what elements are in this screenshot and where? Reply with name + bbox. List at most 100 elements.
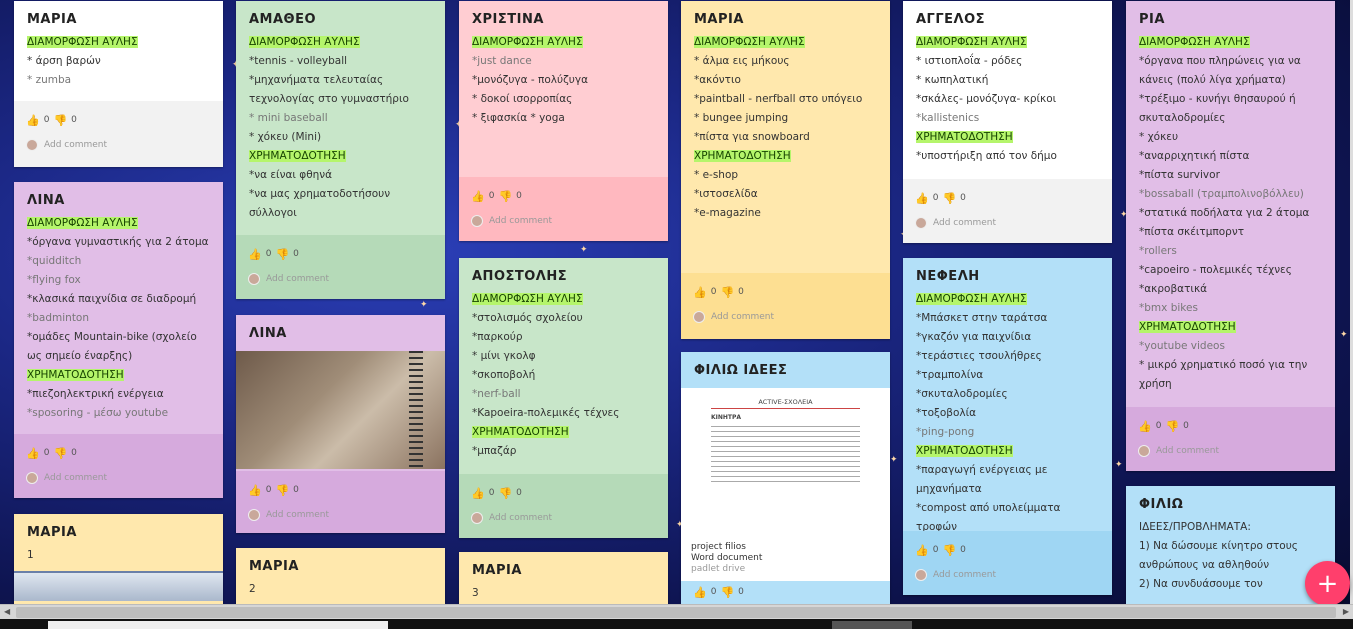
thumbs-down-icon[interactable]: 👎 (53, 114, 67, 127)
thumbs-down-icon[interactable]: 👎 (720, 286, 734, 299)
post-card-ria[interactable]: ΡΙΑ ΔΙΑΜΟΡΦΩΣΗ ΑΥΛΗΣ *όργανα που πληρώνε… (1126, 1, 1335, 471)
thumbs-up-icon[interactable]: 👍 (248, 484, 262, 497)
post-line: *sposoring - μέσω youtube (27, 407, 169, 419)
post-line: ΙΔΕΕΣ/ΠΡΟΒΛΗΜΑΤΑ: (1139, 521, 1251, 533)
post-line: *μονόζυγα - πολύζυγα (472, 74, 588, 86)
post-line: * μικρό χρηματικό ποσό για την χρήση (1139, 359, 1308, 390)
post-card-apostolis[interactable]: ΑΠΟΣΤΟΛΗΣ ΔΙΑΜΟΡΦΩΣΗ ΑΥΛΗΣ *στολισμός σχ… (459, 258, 668, 538)
post-line: *Kapoeira-πολεμικές τέχνες (472, 407, 620, 419)
post-card-maria-2[interactable]: ΜΑΡΙΑ 2 (236, 548, 445, 606)
add-post-button[interactable]: + (1305, 561, 1350, 606)
avatar (248, 273, 260, 285)
attachment-thumbnail[interactable] (14, 571, 223, 601)
post-footer: 👍 0 👎 0 Add comment (903, 531, 1112, 595)
thumbs-up-icon[interactable]: 👍 (915, 192, 929, 205)
upvote-count: 0 (932, 193, 939, 203)
post-line: * ξιφασκία * yoga (472, 112, 565, 124)
add-comment-button[interactable]: Add comment (26, 139, 211, 151)
post-title: ΑΓΓΕΛΟΣ (916, 12, 986, 27)
post-line: *e-magazine (694, 207, 761, 219)
post-line: 1 (27, 549, 34, 561)
add-comment-button[interactable]: Add comment (26, 472, 211, 484)
post-line: *tennis - volleyball (249, 55, 348, 67)
post-line: *Μπάσκετ στην ταράτσα (916, 312, 1048, 324)
avatar (471, 512, 483, 524)
add-comment-button[interactable]: Add comment (1138, 445, 1323, 457)
thumbs-down-icon[interactable]: 👎 (275, 484, 289, 497)
upvote-count: 0 (43, 448, 50, 458)
thumbs-up-icon[interactable]: 👍 (1138, 420, 1152, 433)
thumbs-up-icon[interactable]: 👍 (693, 286, 707, 299)
thumbs-down-icon[interactable]: 👎 (53, 447, 67, 460)
scrollbar-thumb[interactable] (16, 607, 1336, 618)
add-comment-button[interactable]: Add comment (471, 512, 656, 524)
notebook-photo[interactable] (236, 351, 445, 469)
post-line: *όργανα γυμναστικής για 2 άτομα (27, 236, 209, 248)
thumbs-up-icon[interactable]: 👍 (471, 487, 485, 500)
document-preview[interactable]: ACTIVE-ΣΧΟΛΕΙΑ ΚΙΝΗΤΡΑ (681, 388, 890, 538)
thumbs-down-icon[interactable]: 👎 (275, 248, 289, 261)
post-card-lina[interactable]: ΛΙΝΑ ΔΙΑΜΟΡΦΩΣΗ ΑΥΛΗΣ *όργανα γυμναστική… (14, 182, 223, 498)
thumbs-up-icon[interactable]: 👍 (26, 447, 40, 460)
post-title: ΜΑΡΙΑ (472, 563, 522, 578)
thumbs-up-icon[interactable]: 👍 (26, 114, 40, 127)
post-body: ΔΙΑΜΟΡΦΩΣΗ ΑΥΛΗΣ *tennis - volleyball *μ… (236, 33, 445, 223)
post-line: *ιστοσελίδα (694, 188, 758, 200)
thumbs-up-icon[interactable]: 👍 (693, 586, 707, 599)
thumbs-up-icon[interactable]: 👍 (915, 544, 929, 557)
post-line: *just dance (472, 55, 532, 67)
horizontal-scrollbar[interactable]: ◀ ▶ (0, 604, 1353, 619)
thumbs-up-icon[interactable]: 👍 (471, 190, 485, 203)
post-body: ΔΙΑΜΟΡΦΩΣΗ ΑΥΛΗΣ *όργανα που πληρώνεις γ… (1126, 33, 1335, 394)
avatar (26, 139, 38, 151)
post-card-maria[interactable]: ΜΑΡΙΑ ΔΙΑΜΟΡΦΩΣΗ ΑΥΛΗΣ * άρση βαρών * zu… (14, 1, 223, 167)
thumbs-up-icon[interactable]: 👍 (248, 248, 262, 261)
post-card-filio-ideas[interactable]: ΦΙΛΙΩ ΙΔΕΕΣ ACTIVE-ΣΧΟΛΕΙΑ ΚΙΝΗΤΡΑ proje… (681, 352, 890, 606)
post-card-maria-3[interactable]: ΜΑΡΙΑ 3 (459, 552, 668, 606)
upvote-count: 0 (488, 191, 495, 201)
post-line: ΧΡΗΜΑΤΟΔΟΤΗΣΗ (916, 445, 1013, 457)
downvote-count: 0 (738, 287, 744, 297)
post-title: ΑΠΟΣΤΟΛΗΣ (472, 269, 568, 284)
post-line: *youtube videos (1139, 340, 1225, 352)
post-line: * e-shop (694, 169, 739, 181)
post-line: *σκοποβολή (472, 369, 536, 381)
post-line: * δοκοί ισορροπίας (472, 93, 573, 105)
add-comment-button[interactable]: Add comment (915, 569, 1100, 581)
add-comment-button[interactable]: Add comment (248, 509, 433, 521)
avatar (915, 217, 927, 229)
post-title: ΝΕΦΕΛΗ (916, 269, 980, 284)
post-line: * ιστιοπλοΐα - ρόδες (916, 55, 1023, 67)
taskbar-item[interactable] (832, 621, 912, 629)
post-line: *πίστα για snowboard (694, 131, 810, 143)
add-comment-button[interactable]: Add comment (471, 215, 656, 227)
post-title: ΦΙΛΙΩ (1139, 497, 1184, 512)
post-line: *rollers (1139, 245, 1177, 257)
post-line: *τρέξιμο - κυνήγι θησαυρού ή σκυταλοδρομ… (1139, 93, 1296, 124)
thumbs-down-icon[interactable]: 👎 (942, 544, 956, 557)
post-card-angelos[interactable]: ΑΓΓΕΛΟΣ ΔΙΑΜΟΡΦΩΣΗ ΑΥΛΗΣ * ιστιοπλοΐα - … (903, 1, 1112, 243)
thumbs-down-icon[interactable]: 👎 (942, 192, 956, 205)
add-comment-button[interactable]: Add comment (915, 217, 1100, 229)
post-card-amatheo[interactable]: ΑΜΑΘΕΟ ΔΙΑΜΟΡΦΩΣΗ ΑΥΛΗΣ *tennis - volley… (236, 1, 445, 299)
thumbs-down-icon[interactable]: 👎 (498, 190, 512, 203)
post-card-lina-photo[interactable]: ΛΙΝΑ 👍 0 👎 0 Add comment (236, 315, 445, 533)
scroll-right-icon[interactable]: ▶ (1343, 607, 1349, 616)
add-comment-button[interactable]: Add comment (693, 311, 878, 323)
post-card-nefeli[interactable]: ΝΕΦΕΛΗ ΔΙΑΜΟΡΦΩΣΗ ΑΥΛΗΣ *Μπάσκετ στην τα… (903, 258, 1112, 595)
thumbs-down-icon[interactable]: 👎 (1165, 420, 1179, 433)
thumbs-down-icon[interactable]: 👎 (720, 586, 734, 599)
downvote-count: 0 (71, 448, 77, 458)
post-card-maria-1[interactable]: ΜΑΡΙΑ 1 (14, 514, 223, 606)
post-line: *τραμπολίνα (916, 369, 984, 381)
document-info[interactable]: project filios Word document padlet driv… (681, 538, 890, 581)
taskbar-item[interactable] (48, 621, 388, 629)
post-card-filio[interactable]: ΦΙΛΙΩ ΙΔΕΕΣ/ΠΡΟΒΛΗΜΑΤΑ: 1) Να δώσουμε κί… (1126, 486, 1335, 606)
post-card-christina[interactable]: ΧΡΙΣΤΙΝΑ ΔΙΑΜΟΡΦΩΣΗ ΑΥΛΗΣ *just dance *μ… (459, 1, 668, 241)
post-card-maria-ideas[interactable]: ΜΑΡΙΑ ΔΙΑΜΟΡΦΩΣΗ ΑΥΛΗΣ * άλμα εις μήκους… (681, 1, 890, 339)
post-line: * χόκευ (Mini) (249, 131, 322, 143)
thumbs-down-icon[interactable]: 👎 (498, 487, 512, 500)
add-comment-button[interactable]: Add comment (248, 273, 433, 285)
scroll-left-icon[interactable]: ◀ (4, 607, 10, 616)
upvote-count: 0 (265, 249, 272, 259)
